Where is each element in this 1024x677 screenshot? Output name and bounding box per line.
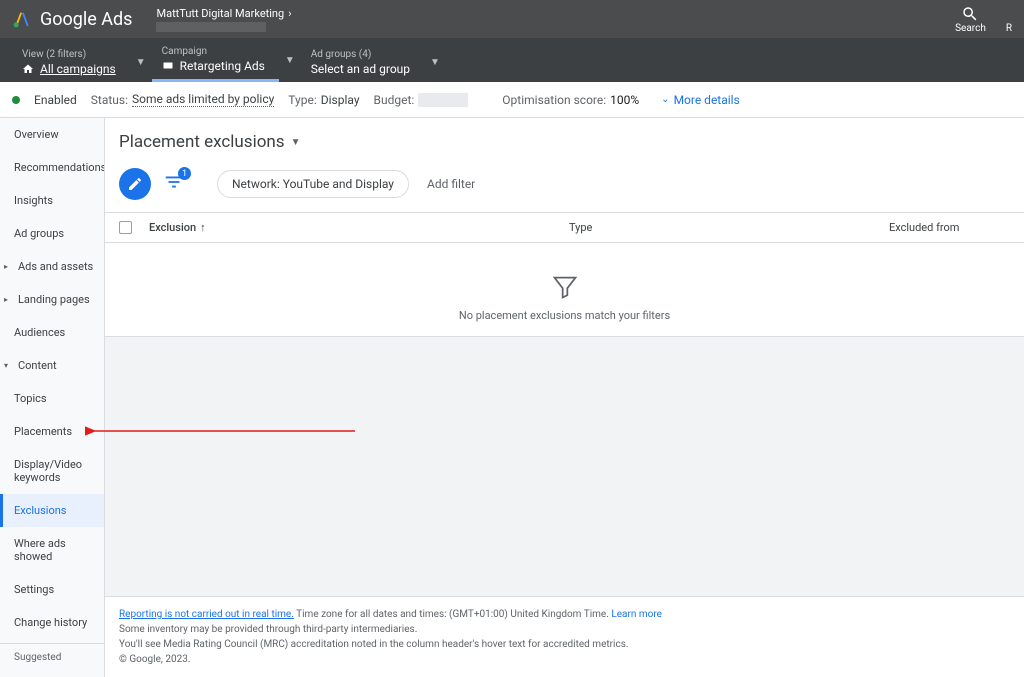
budget-value-redacted bbox=[418, 93, 468, 107]
type-value: Display bbox=[321, 93, 360, 107]
opt-label: Optimisation score: bbox=[502, 93, 606, 107]
footer-inventory: Some inventory may be provided through t… bbox=[119, 622, 1010, 637]
th-type[interactable]: Type bbox=[569, 221, 889, 234]
sidebar-item-topics[interactable]: Topics bbox=[0, 382, 104, 415]
crumb-view[interactable]: View (2 filters) All campaigns bbox=[12, 42, 130, 82]
sidebar-item-recommendations[interactable]: Recommendations bbox=[0, 151, 104, 184]
sidebar-item-audiences[interactable]: Audiences bbox=[0, 316, 104, 349]
footer: Reporting is not carried out in real tim… bbox=[105, 596, 1024, 677]
empty-state-text: No placement exclusions match your filte… bbox=[459, 309, 670, 322]
status-bar: Enabled Status: Some ads limited by poli… bbox=[0, 82, 1024, 118]
title-dropdown-icon[interactable]: ▼ bbox=[291, 137, 301, 148]
search-icon bbox=[961, 5, 979, 23]
google-ads-logo-icon bbox=[12, 9, 32, 29]
content-area: Placement exclusions ▼ 1 Network: YouTub… bbox=[105, 118, 1024, 677]
chevron-right-icon: › bbox=[288, 7, 291, 20]
sidebar: Overview Recommendations Insights Ad gro… bbox=[0, 118, 105, 677]
home-icon bbox=[22, 63, 34, 75]
select-all-checkbox[interactable] bbox=[119, 221, 132, 234]
sidebar-item-ads-assets[interactable]: Ads and assets bbox=[0, 250, 104, 283]
th-exclusion[interactable]: Exclusion ↑ bbox=[149, 221, 569, 234]
chevron-down-icon: ⌄ bbox=[661, 94, 669, 105]
status-value[interactable]: Some ads limited by policy bbox=[132, 92, 274, 107]
header-r-label: R bbox=[1006, 23, 1012, 34]
empty-state: No placement exclusions match your filte… bbox=[105, 243, 1024, 337]
sidebar-item-landing-pages[interactable]: Landing pages bbox=[0, 283, 104, 316]
footer-learn-more-link[interactable]: Learn more bbox=[611, 609, 662, 620]
sidebar-item-change-history[interactable]: Change history bbox=[0, 606, 104, 639]
sidebar-item-exclusions[interactable]: Exclusions bbox=[0, 494, 104, 527]
sidebar-item-where-ads-showed[interactable]: Where ads showed bbox=[0, 527, 104, 573]
footer-mrc: You'll see Media Rating Council (MRC) ac… bbox=[119, 637, 1010, 652]
search-button[interactable]: Search bbox=[955, 5, 986, 34]
more-details-label: More details bbox=[674, 93, 740, 107]
sidebar-item-adgroups[interactable]: Ad groups bbox=[0, 217, 104, 250]
sidebar-item-locations[interactable]: Locations bbox=[0, 667, 104, 677]
crumb-campaign-top: Campaign bbox=[162, 45, 265, 59]
pencil-icon bbox=[127, 176, 143, 192]
th-excluded[interactable]: Excluded from bbox=[889, 221, 1010, 234]
account-name-label: MattTutt Digital Marketing bbox=[156, 7, 284, 20]
logo[interactable]: Google Ads bbox=[12, 9, 132, 30]
crumb-adgroup-top: Ad groups (4) bbox=[311, 48, 410, 62]
crumb-adgroup-bot: Select an ad group bbox=[311, 62, 410, 76]
crumb-view-top: View (2 filters) bbox=[22, 48, 116, 62]
more-details-link[interactable]: ⌄ More details bbox=[661, 93, 740, 107]
footer-copyright: © Google, 2023. bbox=[119, 652, 1010, 667]
breadcrumb-bar: View (2 filters) All campaigns ▼ Campaig… bbox=[0, 38, 1024, 82]
table-header: Exclusion ↑ Type Excluded from bbox=[105, 213, 1024, 243]
sidebar-item-placements[interactable]: Placements bbox=[0, 415, 104, 448]
status-dot-enabled bbox=[12, 96, 20, 104]
sidebar-item-content[interactable]: Content bbox=[0, 349, 104, 382]
status-enabled: Enabled bbox=[34, 93, 77, 107]
status-label: Status: bbox=[91, 93, 128, 107]
crumb-campaign[interactable]: Campaign Retargeting Ads bbox=[152, 39, 279, 82]
account-switcher[interactable]: MattTutt Digital Marketing › bbox=[156, 7, 291, 32]
budget-label: Budget: bbox=[374, 93, 415, 107]
header-r-button[interactable]: R bbox=[1006, 5, 1012, 34]
type-label: Type: bbox=[288, 93, 316, 107]
filter-button[interactable]: 1 bbox=[163, 171, 185, 197]
crumb-campaign-bot: Retargeting Ads bbox=[180, 59, 265, 73]
footer-realtime-link[interactable]: Reporting is not carried out in real tim… bbox=[119, 609, 294, 620]
search-label: Search bbox=[955, 23, 986, 34]
display-icon bbox=[162, 60, 174, 72]
sidebar-item-insights[interactable]: Insights bbox=[0, 184, 104, 217]
app-header: Google Ads MattTutt Digital Marketing › … bbox=[0, 0, 1024, 38]
sort-arrow-up-icon: ↑ bbox=[200, 221, 206, 234]
th-exclusion-label: Exclusion bbox=[149, 221, 196, 234]
sidebar-suggested-header: Suggested bbox=[0, 643, 104, 667]
page-title: Placement exclusions bbox=[119, 132, 285, 152]
add-filter-button[interactable]: Add filter bbox=[427, 177, 475, 191]
funnel-icon bbox=[551, 273, 579, 301]
account-id-redacted bbox=[156, 22, 266, 32]
table-body-empty bbox=[105, 337, 1024, 596]
filter-count-badge: 1 bbox=[178, 167, 191, 180]
sidebar-item-overview[interactable]: Overview bbox=[0, 118, 104, 151]
sidebar-item-settings[interactable]: Settings bbox=[0, 573, 104, 606]
opt-value: 100% bbox=[610, 93, 639, 107]
filter-chip-network[interactable]: Network: YouTube and Display bbox=[217, 170, 409, 198]
add-exclusion-button[interactable] bbox=[119, 168, 151, 200]
crumb-view-bot: All campaigns bbox=[40, 62, 116, 76]
product-name: Google Ads bbox=[40, 9, 132, 30]
crumb-adgroup[interactable]: Ad groups (4) Select an ad group bbox=[301, 42, 424, 82]
sidebar-item-dv-keywords[interactable]: Display/Video keywords bbox=[0, 448, 104, 494]
footer-tz: Time zone for all dates and times: (GMT+… bbox=[294, 609, 611, 620]
